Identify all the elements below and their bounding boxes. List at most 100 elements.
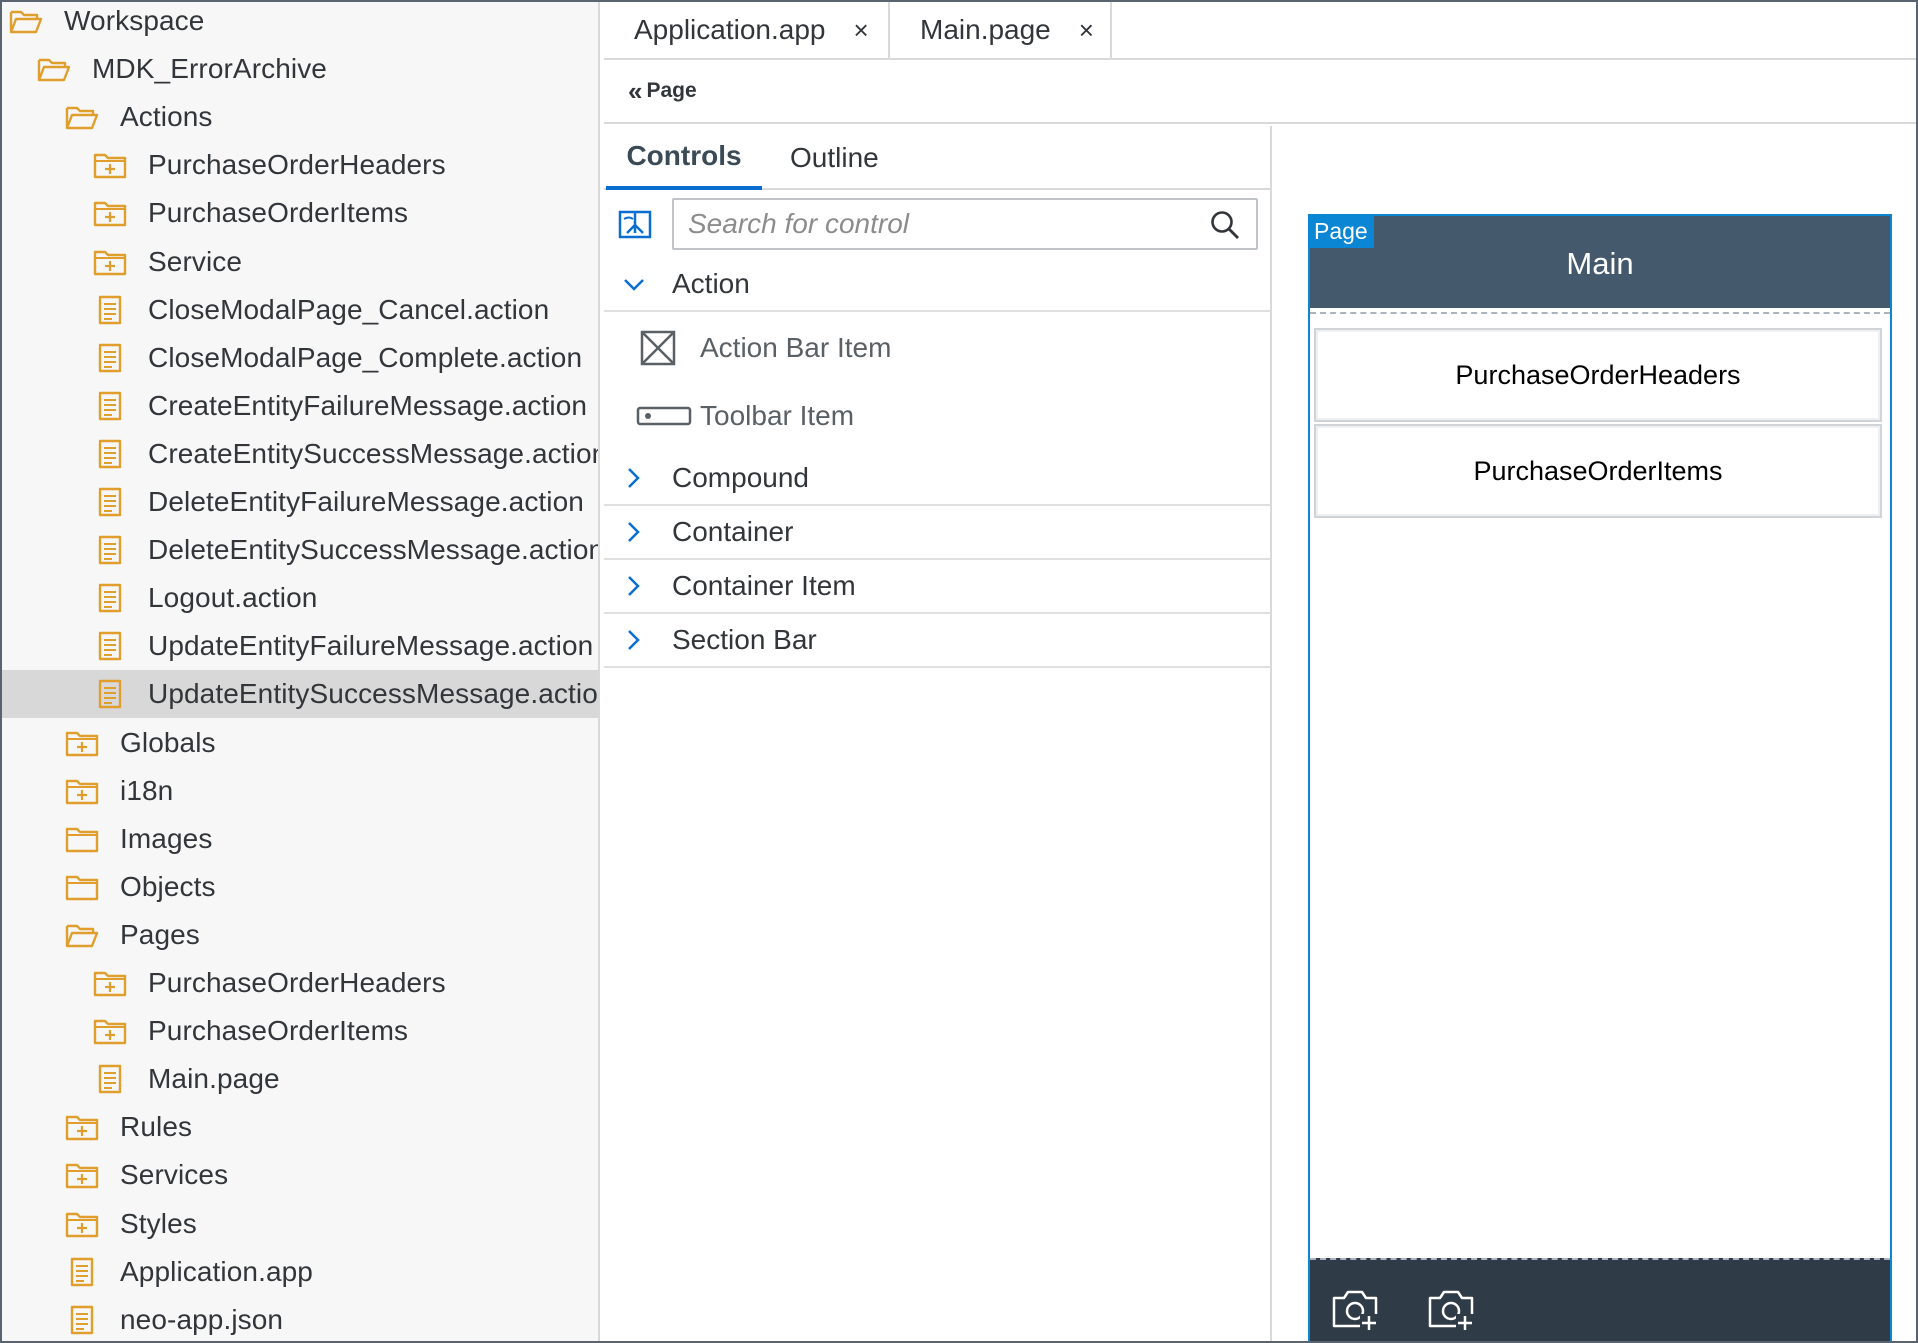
tree-item[interactable]: DeleteEntitySuccessMessage.action xyxy=(2,526,600,574)
chevron-right-icon xyxy=(604,521,664,543)
tree-item[interactable]: CreateEntityFailureMessage.action xyxy=(2,382,598,430)
controls-panel: Controls Outline Search for control Acti… xyxy=(604,126,1272,1341)
tab-controls[interactable]: Controls xyxy=(606,126,762,190)
tree-item-label: PurchaseOrderItems xyxy=(148,197,409,228)
tree-item[interactable]: Styles xyxy=(2,1200,598,1248)
tree-item[interactable]: CloseModalPage_Complete.action xyxy=(2,334,598,382)
group-section-bar[interactable]: Section Bar xyxy=(604,614,1270,668)
file-icon xyxy=(92,294,128,326)
tree-item-label: Application.app xyxy=(120,1256,313,1287)
folder-plus-icon xyxy=(64,727,100,759)
tree-item[interactable]: Application.app xyxy=(2,1248,598,1296)
double-chevron-left-icon[interactable]: « xyxy=(628,76,643,107)
group-action[interactable]: Action xyxy=(604,258,1270,312)
tree-item[interactable]: Rules xyxy=(2,1103,598,1151)
tree-item[interactable]: PurchaseOrderItems xyxy=(2,1007,598,1055)
tree-item[interactable]: UpdateEntityFailureMessage.action xyxy=(2,622,598,670)
tree-item[interactable]: Main.page xyxy=(2,1055,598,1103)
folder-plus-icon xyxy=(92,1015,128,1047)
tree-item-label: Globals xyxy=(120,727,216,758)
tree-item[interactable]: PurchaseOrderHeaders xyxy=(2,959,598,1007)
close-icon[interactable]: × xyxy=(853,15,868,46)
tree-item-label: Main.page xyxy=(148,1063,280,1094)
file-icon xyxy=(92,342,128,374)
camera-add-icon[interactable] xyxy=(1426,1284,1476,1332)
tree-item-label: UpdateEntityFailureMessage.action xyxy=(148,630,594,661)
tab-main-page[interactable]: Main.page × xyxy=(890,2,1112,58)
tree-item[interactable]: PurchaseOrderItems xyxy=(2,189,598,237)
group-container-item[interactable]: Container Item xyxy=(604,560,1270,614)
search-icon[interactable] xyxy=(1210,210,1240,240)
breadcrumb-page[interactable]: Page xyxy=(646,79,696,103)
control-toolbar-item[interactable]: Toolbar Item xyxy=(604,388,1270,444)
chevron-right-icon xyxy=(604,629,664,651)
group-compound[interactable]: Compound xyxy=(604,452,1270,506)
group-container[interactable]: Container xyxy=(604,506,1270,560)
folder-open-icon xyxy=(36,53,72,85)
tree-item-label: neo-app.json xyxy=(120,1304,284,1335)
controls-tab-bar: Controls Outline xyxy=(604,126,1270,190)
page-toolbar xyxy=(1310,1258,1890,1341)
folder-plus-icon xyxy=(92,967,128,999)
file-icon xyxy=(64,1256,100,1288)
group-label: Container Item xyxy=(672,570,856,601)
workspace-tree: Workspace MDK_ErrorArchive Actions Purchase… xyxy=(2,2,600,1341)
tree-item[interactable]: CreateEntitySuccessMessage.action xyxy=(2,430,600,478)
page-body[interactable]: PurchaseOrderHeaders PurchaseOrderItems xyxy=(1310,312,1890,1262)
chevron-right-icon xyxy=(604,575,664,597)
tree-item[interactable]: Logout.action xyxy=(2,574,598,622)
control-action-bar-item[interactable]: Action Bar Item xyxy=(604,320,1270,376)
tree-item-label: DeleteEntityFailureMessage.action xyxy=(148,486,584,517)
tree-item[interactable]: Globals xyxy=(2,719,598,767)
tree-item[interactable]: MDK_ErrorArchive xyxy=(2,45,598,93)
tree-item-label: Objects xyxy=(120,871,216,902)
tree-item[interactable]: neo-app.json xyxy=(2,1296,598,1341)
section-button[interactable]: PurchaseOrderItems xyxy=(1314,424,1882,518)
tree-item-label: Services xyxy=(120,1159,229,1190)
folder-icon xyxy=(64,871,100,903)
breadcrumb: « Page xyxy=(604,60,1916,124)
control-label: Toolbar Item xyxy=(700,400,855,431)
section-button[interactable]: PurchaseOrderHeaders xyxy=(1314,328,1882,422)
tree-item-label: Images xyxy=(120,823,213,854)
tree-item-label: PurchaseOrderHeaders xyxy=(148,967,446,998)
tree-item[interactable]: CloseModalPage_Cancel.action xyxy=(2,286,598,334)
tree-item[interactable]: Objects xyxy=(2,863,598,911)
close-icon[interactable]: × xyxy=(1079,15,1094,46)
group-label: Action xyxy=(672,268,750,299)
file-icon xyxy=(92,678,128,710)
tree-item-label: UpdateEntitySuccessMessage.action xyxy=(148,678,600,709)
tree-item-label: DeleteEntitySuccessMessage.action xyxy=(148,534,600,565)
tree-item[interactable]: DeleteEntityFailureMessage.action xyxy=(2,478,598,526)
folder-plus-icon xyxy=(92,246,128,278)
tab-outline[interactable]: Outline xyxy=(790,126,879,190)
tree-item[interactable]: Services xyxy=(2,1151,598,1199)
tree-item[interactable]: Workspace xyxy=(2,2,598,45)
editor-tab-bar: Application.app × Main.page × xyxy=(604,2,1916,60)
tree-item[interactable]: PurchaseOrderHeaders xyxy=(2,141,598,189)
control-search-box xyxy=(672,198,1258,250)
page-header[interactable]: Page Main xyxy=(1310,216,1890,308)
tab-application-app[interactable]: Application.app × xyxy=(604,2,890,58)
tree-item[interactable]: Service xyxy=(2,238,598,286)
search-input[interactable] xyxy=(688,200,1188,248)
control-library-icon[interactable] xyxy=(618,209,652,241)
tree-item[interactable]: Pages xyxy=(2,911,598,959)
page-preview[interactable]: Page Main PurchaseOrderHeaders PurchaseO… xyxy=(1308,214,1892,1341)
tab-label: Application.app xyxy=(634,14,826,45)
folder-plus-icon xyxy=(64,1111,100,1143)
tree-item-label: PurchaseOrderHeaders xyxy=(148,149,446,180)
tree-item[interactable]: Images xyxy=(2,815,598,863)
file-icon xyxy=(92,534,128,566)
tree-item-label: CreateEntityFailureMessage.action xyxy=(148,390,588,421)
toolbar-item-icon xyxy=(636,404,696,428)
folder-plus-icon xyxy=(64,1159,100,1191)
tree-item[interactable]: UpdateEntitySuccessMessage.action xyxy=(2,670,600,718)
tree-item[interactable]: i18n xyxy=(2,767,598,815)
camera-add-icon[interactable] xyxy=(1330,1284,1380,1332)
tree-item-label: Workspace xyxy=(64,5,205,36)
tree-item-label: Pages xyxy=(120,919,200,950)
tree-item[interactable]: Actions xyxy=(2,93,598,141)
tree-item-label: MDK_ErrorArchive xyxy=(92,53,327,84)
tree-item-label: CreateEntitySuccessMessage.action xyxy=(148,438,600,469)
